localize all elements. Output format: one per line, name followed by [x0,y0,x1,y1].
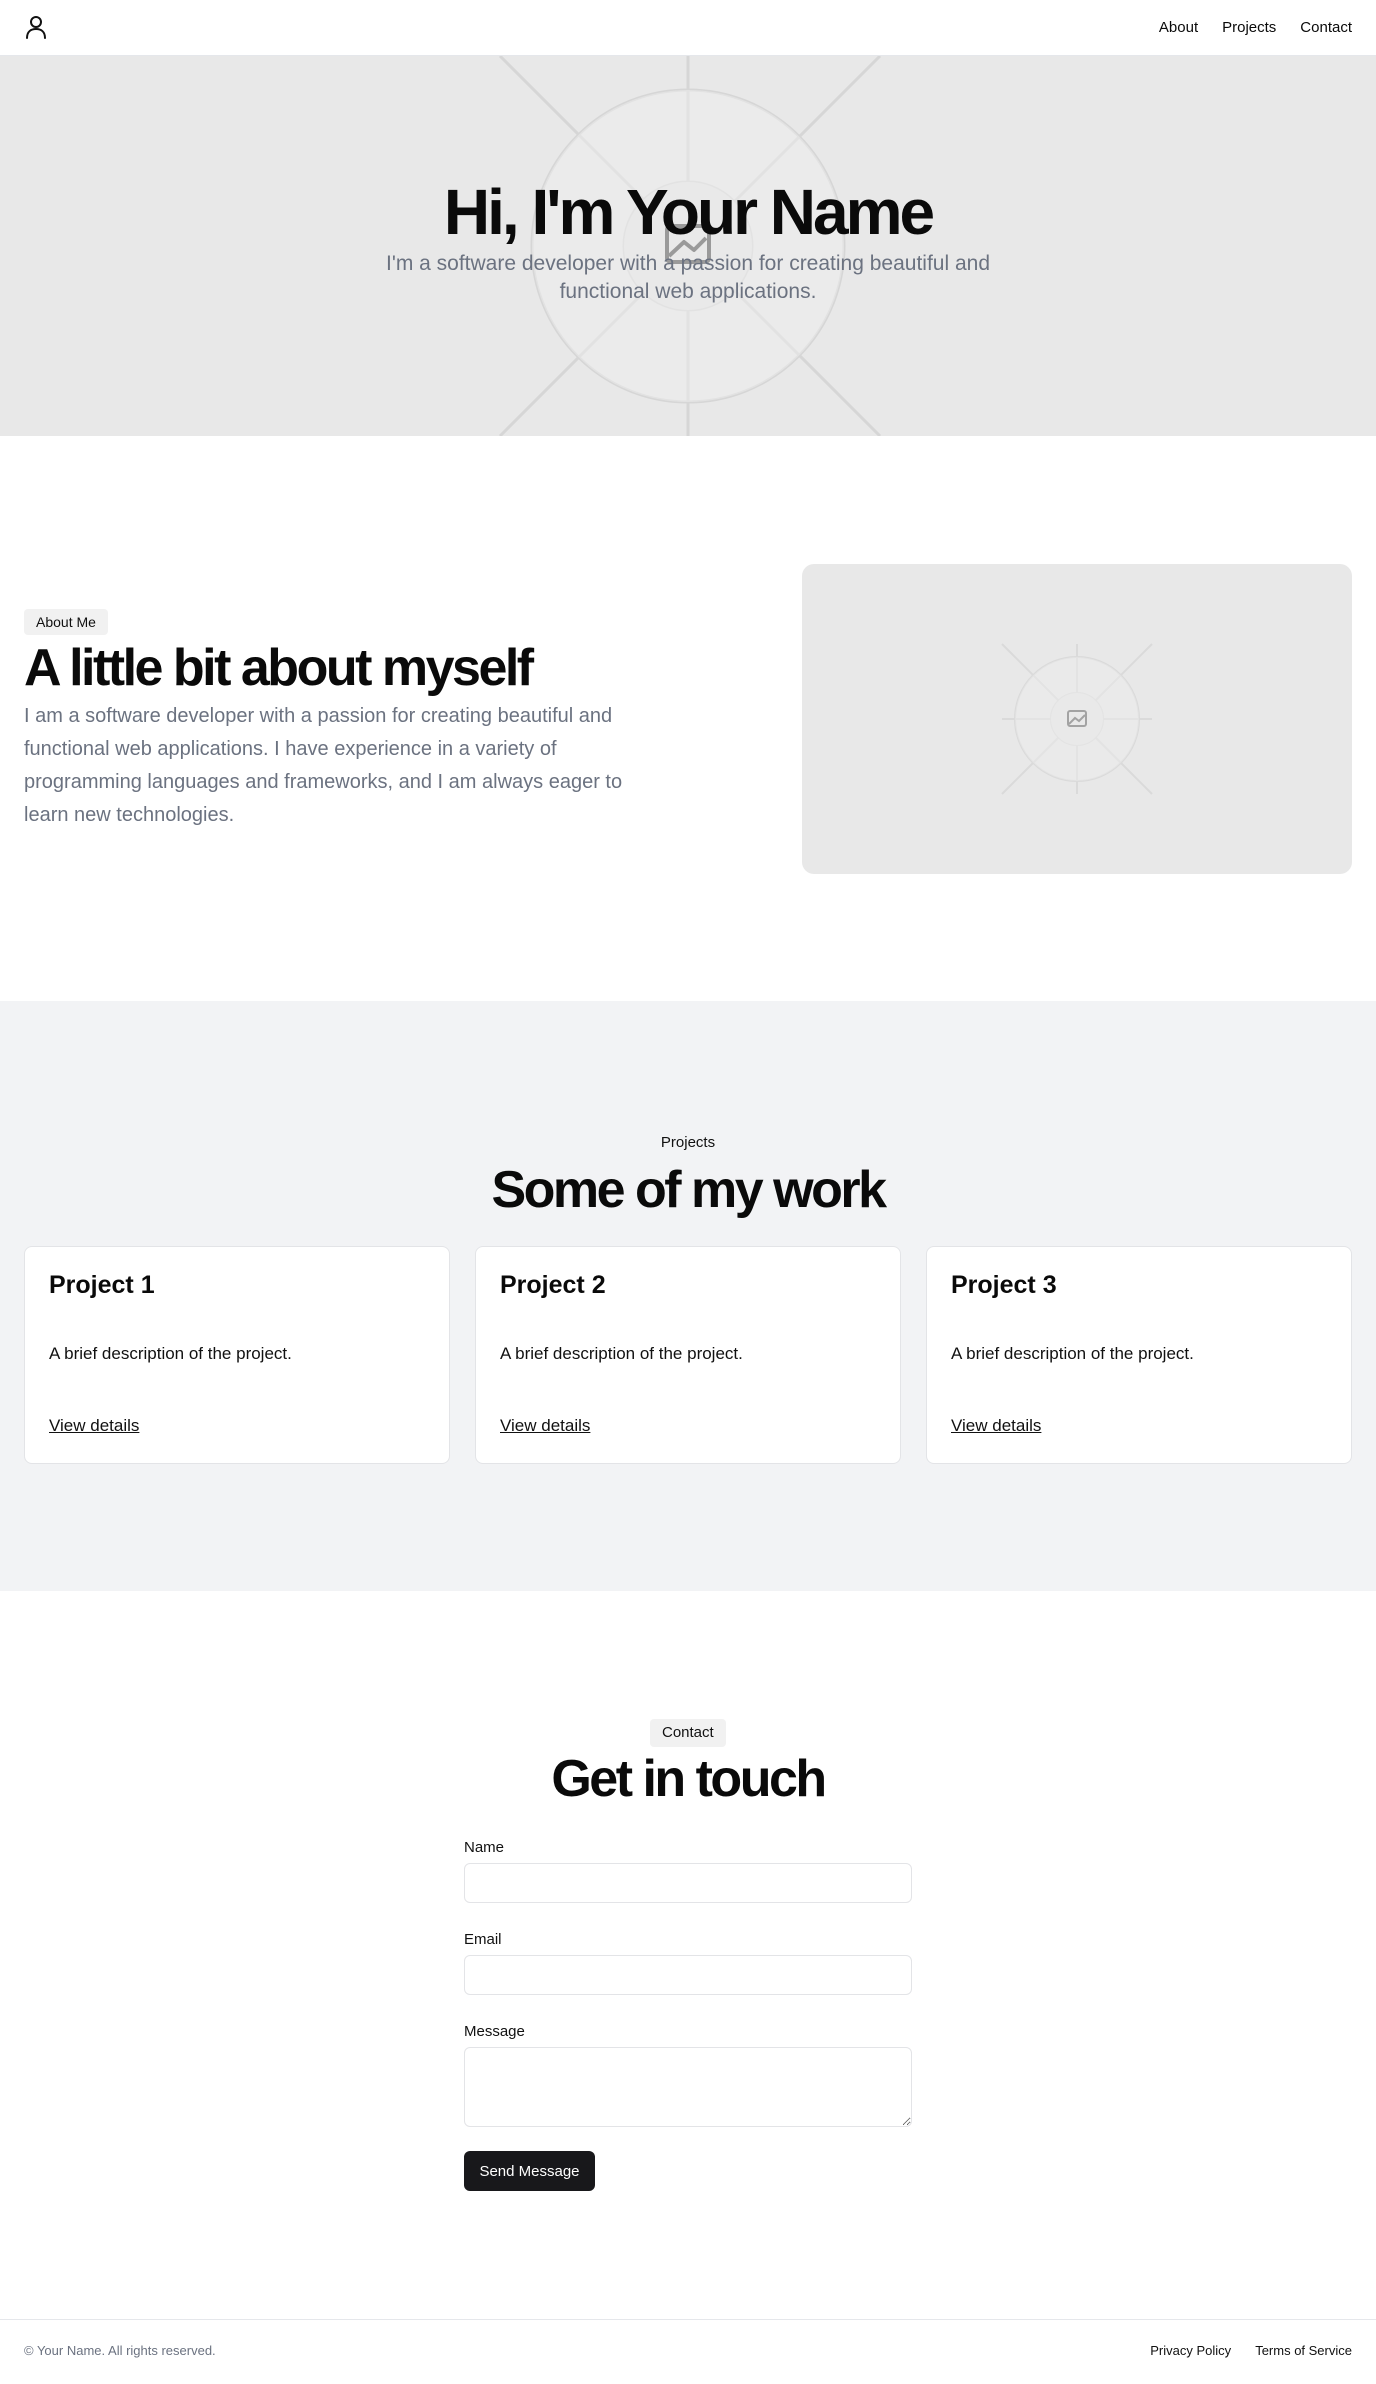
email-field[interactable] [464,1955,912,1995]
projects-title: Some of my work [491,1161,887,1219]
project-title: Project 2 [500,1271,606,1299]
name-label: Name [464,1839,505,1856]
user-icon[interactable] [24,14,48,40]
project-card: Project 2 A brief description of the pro… [475,1246,901,1464]
image-placeholder-icon [1001,643,1153,795]
message-label: Message [464,2023,525,2040]
project-card: Project 3 A brief description of the pro… [926,1246,1352,1464]
project-description: A brief description of the project. [49,1344,292,1363]
site-footer: © Your Name. All rights reserved. Privac… [0,2319,1376,2384]
about-text: I am a software developer with a passion… [24,705,623,826]
project-title: Project 3 [951,1271,1057,1299]
view-details-link[interactable]: View details [500,1415,590,1437]
nav-link-contact[interactable]: Contact [1300,18,1352,38]
contact-title: Get in touch [551,1750,827,1808]
copyright-text: © Your Name. All rights reserved. [24,2343,216,2358]
contact-badge: Contact [650,1719,726,1747]
privacy-policy-link[interactable]: Privacy Policy [1150,2342,1231,2360]
message-field[interactable] [464,2047,912,2127]
project-card: Project 1 A brief description of the pro… [24,1246,450,1464]
footer-links: Privacy Policy Terms of Service [1150,2342,1352,2360]
about-image [802,564,1352,874]
about-title: A little bit about myself [24,639,534,697]
main-nav: About Projects Contact [1159,18,1352,38]
hero-subtitle: I'm a software developer with a passion … [385,252,991,303]
send-message-button[interactable]: Send Message [464,2151,595,2191]
hero-section: Hi, I'm Your Name I'm a software develop… [0,56,1376,436]
project-title: Project 1 [49,1271,155,1299]
project-description: A brief description of the project. [951,1344,1194,1363]
name-field[interactable] [464,1863,912,1903]
hero-title: Hi, I'm Your Name [443,176,935,248]
terms-of-service-link[interactable]: Terms of Service [1255,2342,1352,2360]
nav-link-projects[interactable]: Projects [1222,18,1276,38]
about-badge: About Me [24,609,108,635]
view-details-link[interactable]: View details [49,1415,139,1437]
nav-link-about[interactable]: About [1159,18,1198,38]
projects-label: Projects [660,1134,716,1151]
projects-section: Projects Some of my work Project 1 A bri… [0,1001,1376,1591]
view-details-link[interactable]: View details [951,1415,1041,1437]
project-description: A brief description of the project. [500,1344,743,1363]
email-label: Email [464,1931,502,1948]
site-header: About Projects Contact [0,0,1376,56]
